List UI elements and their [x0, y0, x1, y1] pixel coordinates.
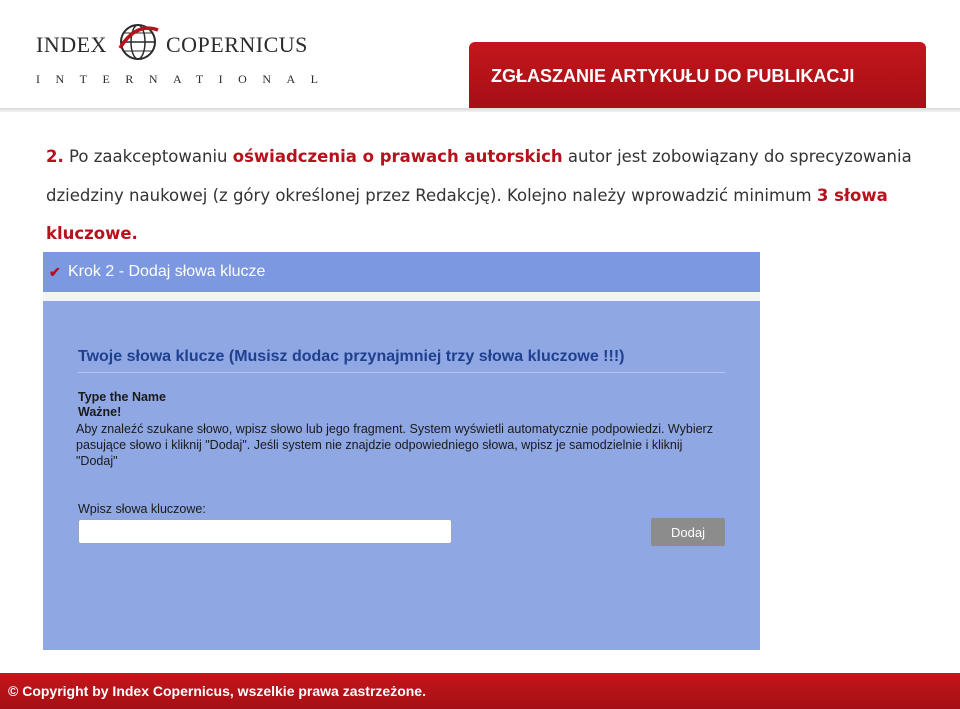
header-divider	[0, 108, 960, 112]
instruction-highlight-copyright: oświadczenia o prawach autorskich	[232, 147, 563, 166]
globe-icon	[118, 24, 159, 60]
type-the-name-label: Type the Name	[78, 390, 166, 404]
slide-title: ZGŁASZANIE ARTYKUŁU DO PUBLIKACJI	[491, 66, 855, 86]
important-label: Ważne!	[78, 405, 122, 419]
keywords-input[interactable]	[78, 519, 452, 544]
section-divider	[78, 372, 726, 373]
slide-title-banner: ZGŁASZANIE ARTYKUŁU DO PUBLIKACJI	[469, 42, 926, 109]
instruction-text: 2. Po zaakceptowaniu oświadczenia o praw…	[46, 138, 926, 254]
logo-subtitle: INTERNATIONAL	[36, 72, 334, 86]
step-header-divider	[43, 292, 760, 301]
index-copernicus-logo: INDEX COPERNICUS INTERNATIONAL	[30, 12, 330, 92]
instruction-part-1: Po zaakceptowaniu	[69, 147, 228, 166]
keywords-form-screenshot: ✔ Krok 2 - Dodaj słowa klucze Twoje słow…	[43, 252, 760, 650]
important-note-text: Aby znaleźć szukane słowo, wpisz słowo l…	[76, 422, 713, 468]
logo-word-index: INDEX	[36, 32, 107, 57]
logo-word-copernicus: COPERNICUS	[166, 32, 308, 57]
footer-bar: © Copyright by Index Copernicus, wszelki…	[0, 673, 960, 709]
keywords-input-label: Wpisz słowa kluczowe:	[78, 502, 206, 516]
step-header-bar[interactable]: ✔ Krok 2 - Dodaj słowa klucze	[43, 252, 760, 292]
copyright-text: © Copyright by Index Copernicus, wszelki…	[8, 683, 426, 699]
check-icon: ✔	[49, 264, 61, 280]
step-title: Krok 2 - Dodaj słowa klucze	[68, 263, 266, 280]
keywords-section-title: Twoje słowa klucze (Musisz dodac przynaj…	[78, 348, 625, 365]
add-keyword-button[interactable]: Dodaj	[651, 518, 725, 546]
step-number: 2.	[46, 147, 64, 166]
